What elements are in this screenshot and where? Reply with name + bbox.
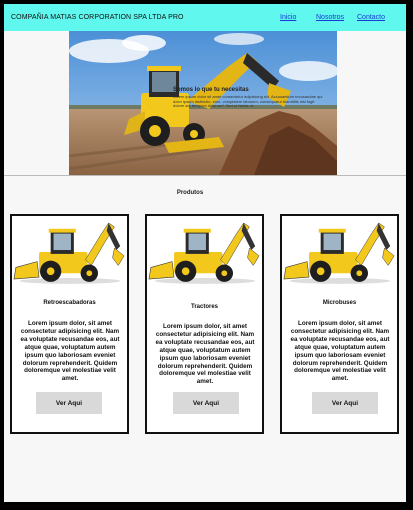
product-card-title: Microbuses — [322, 300, 357, 306]
product-image — [147, 217, 262, 285]
navbar: COMPAÑIA MATIAS CORPORATION SPA LTDA PRO… — [4, 4, 406, 31]
hero-text: Lorem ipsum dolor sit amet consectetur a… — [173, 94, 323, 108]
brand-name: COMPAÑIA MATIAS CORPORATION SPA LTDA PRO — [11, 14, 184, 21]
nav-link-nosotros[interactable]: Nosotros — [316, 14, 344, 21]
hero-title: Somos lo que tu necesitas — [173, 87, 249, 93]
section-divider — [4, 175, 406, 176]
products-title: Produtos — [176, 190, 204, 196]
product-card-title: Tractores — [190, 304, 218, 310]
product-card-tractores: Tractores Lorem ipsum dolor, sit amet co… — [145, 214, 264, 434]
product-card-retroescabadoras: Retroescabadoras Lorem ipsum dolor, sit … — [10, 214, 129, 434]
nav-link-contacto[interactable]: Contacto — [357, 14, 385, 21]
product-card-microbuses: Microbuses Lorem ipsum dolor, sit amet c… — [280, 214, 399, 434]
hero-banner: Somos lo que tu necesitas Lorem ipsum do… — [69, 31, 337, 175]
product-image — [12, 217, 127, 285]
product-image — [282, 217, 397, 285]
product-card-text: Lorem ipsum dolor, sit amet consectetur … — [155, 323, 255, 386]
ver-aqui-button[interactable]: Ver Aqui — [36, 392, 102, 414]
ver-aqui-button[interactable]: Ver Aqui — [312, 392, 378, 414]
ver-aqui-button[interactable]: Ver Aqui — [173, 392, 239, 414]
product-card-text: Lorem ipsum dolor, sit amet consectetur … — [20, 320, 120, 383]
product-card-text: Lorem ipsum dolor, sit amet consectetur … — [290, 320, 390, 383]
nav-link-inicio[interactable]: Inicio — [280, 14, 296, 21]
page: COMPAÑIA MATIAS CORPORATION SPA LTDA PRO… — [4, 4, 406, 502]
product-card-title: Retroescabadoras — [43, 300, 96, 306]
